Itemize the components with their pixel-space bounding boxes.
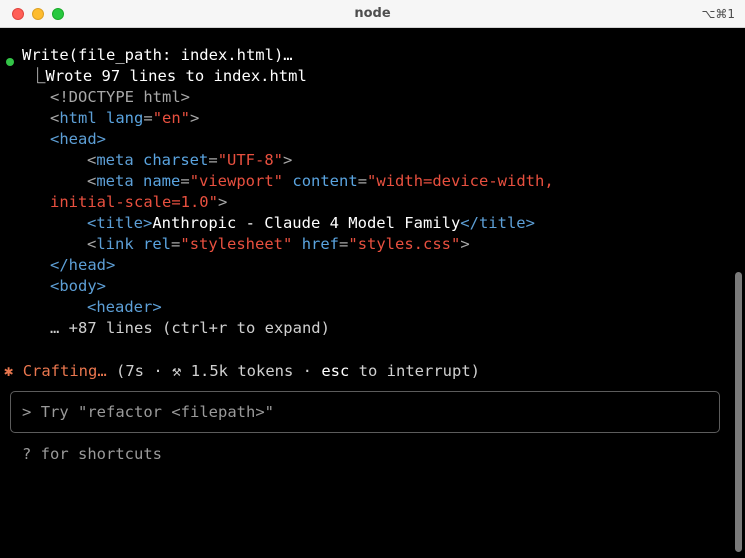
code-string: "en" [152, 109, 191, 127]
code-line-6: initial-scale=1.0"> [50, 192, 227, 213]
result-prefix-icon: ⎿ [30, 67, 46, 85]
code-line-10: <body> [50, 276, 106, 297]
code-line-4: <meta charset="UTF-8"> [87, 150, 292, 171]
code-bracket: < [87, 235, 97, 253]
code-eq: = [143, 109, 153, 127]
code-eq: = [339, 235, 349, 253]
code-eq: = [180, 172, 190, 190]
code-line-2: <html lang="en"> [50, 108, 199, 129]
code-bracket: > [460, 235, 470, 253]
tool-call: Write(file_path: index.html)… [22, 46, 293, 64]
code-bracket: > [190, 109, 200, 127]
code-attr: rel [143, 235, 172, 253]
code-eq: = [208, 151, 218, 169]
code-tag: link [96, 235, 134, 253]
status-line: ✱ Crafting… (7s · ⚒ 1.5k tokens · esc to… [4, 361, 480, 382]
title-bar: node ⌥⌘1 [0, 0, 745, 28]
code-doctype: <!DOCTYPE html> [50, 88, 190, 106]
code-string: initial-scale=1.0" [50, 193, 218, 211]
expand-hint: … +87 lines (ctrl+r to expand) [50, 319, 330, 337]
prompt-symbol: > [22, 403, 32, 421]
code-line-8: <link rel="stylesheet" href="styles.css"… [87, 234, 470, 255]
code-tag: <title> [87, 214, 153, 232]
shortcuts-hint: ? for shortcuts [22, 444, 162, 465]
tool-result: Wrote 97 lines to index.html [45, 67, 307, 85]
code-line-7: <title>Anthropic - Claude 4 Model Family… [87, 213, 535, 234]
code-attr: content [292, 172, 358, 190]
prompt-line[interactable]: > Try "refactor <filepath>" [22, 402, 274, 423]
code-tag: <head> [50, 130, 106, 148]
window-shortcut: ⌥⌘1 [701, 7, 735, 21]
code-string: "styles.css" [348, 235, 461, 253]
code-eq: = [357, 172, 368, 190]
code-attr: charset [143, 151, 209, 169]
code-bracket: > [217, 193, 228, 211]
code-text: Anthropic - Claude 4 Model Family [152, 214, 461, 232]
code-eq: = [171, 235, 181, 253]
code-string: "UTF-8" [217, 151, 284, 169]
code-attr: lang [106, 109, 144, 127]
code-line-1: <!DOCTYPE html> [50, 87, 190, 108]
vertical-scrollbar[interactable] [735, 272, 742, 552]
status-label: Crafting… [22, 362, 107, 380]
status-interrupt: to interrupt) [349, 362, 480, 380]
code-tag: <body> [50, 277, 106, 295]
code-attr: href [301, 235, 340, 253]
code-string: "stylesheet" [180, 235, 293, 253]
status-time: (7s · [106, 362, 173, 380]
code-string: "viewport" [189, 172, 284, 190]
code-tag: </title> [460, 214, 535, 232]
shortcuts-hint-text: ? for shortcuts [22, 445, 162, 463]
prompt-placeholder: Try "refactor <filepath>" [40, 403, 274, 421]
code-tag: <header> [87, 298, 162, 316]
expand-more-lines[interactable]: … +87 lines (ctrl+r to expand) [50, 318, 330, 339]
code-line-11: <header> [87, 297, 162, 318]
code-tag: meta [96, 151, 134, 169]
spinner-icon: ✱ [4, 362, 14, 380]
code-string: "width=device-width, [367, 172, 554, 190]
tool-result-line: ⎿Wrote 97 lines to index.html [30, 66, 307, 87]
code-tag: html [59, 109, 97, 127]
window-title: node [354, 6, 391, 21]
code-line-9: </head> [50, 255, 115, 276]
code-bracket: < [87, 172, 97, 190]
code-bracket: > [283, 151, 293, 169]
esc-key-hint: esc [321, 362, 350, 380]
code-tag: </head> [50, 256, 116, 274]
code-attr: name [143, 172, 181, 190]
hammer-icon: ⚒ [172, 362, 182, 380]
code-tag: meta [96, 172, 134, 190]
code-line-3: <head> [50, 129, 106, 150]
code-bracket: < [87, 151, 97, 169]
status-tokens: 1.5k tokens · [181, 362, 322, 380]
success-dot-icon [6, 58, 14, 66]
terminal-window: node ⌥⌘1 Write(file_path: index.html)… ⎿… [0, 0, 745, 558]
code-line-5: <meta name="viewport" content="width=dev… [87, 171, 554, 192]
code-bracket: < [50, 109, 60, 127]
tool-call-line: Write(file_path: index.html)… [22, 45, 293, 66]
